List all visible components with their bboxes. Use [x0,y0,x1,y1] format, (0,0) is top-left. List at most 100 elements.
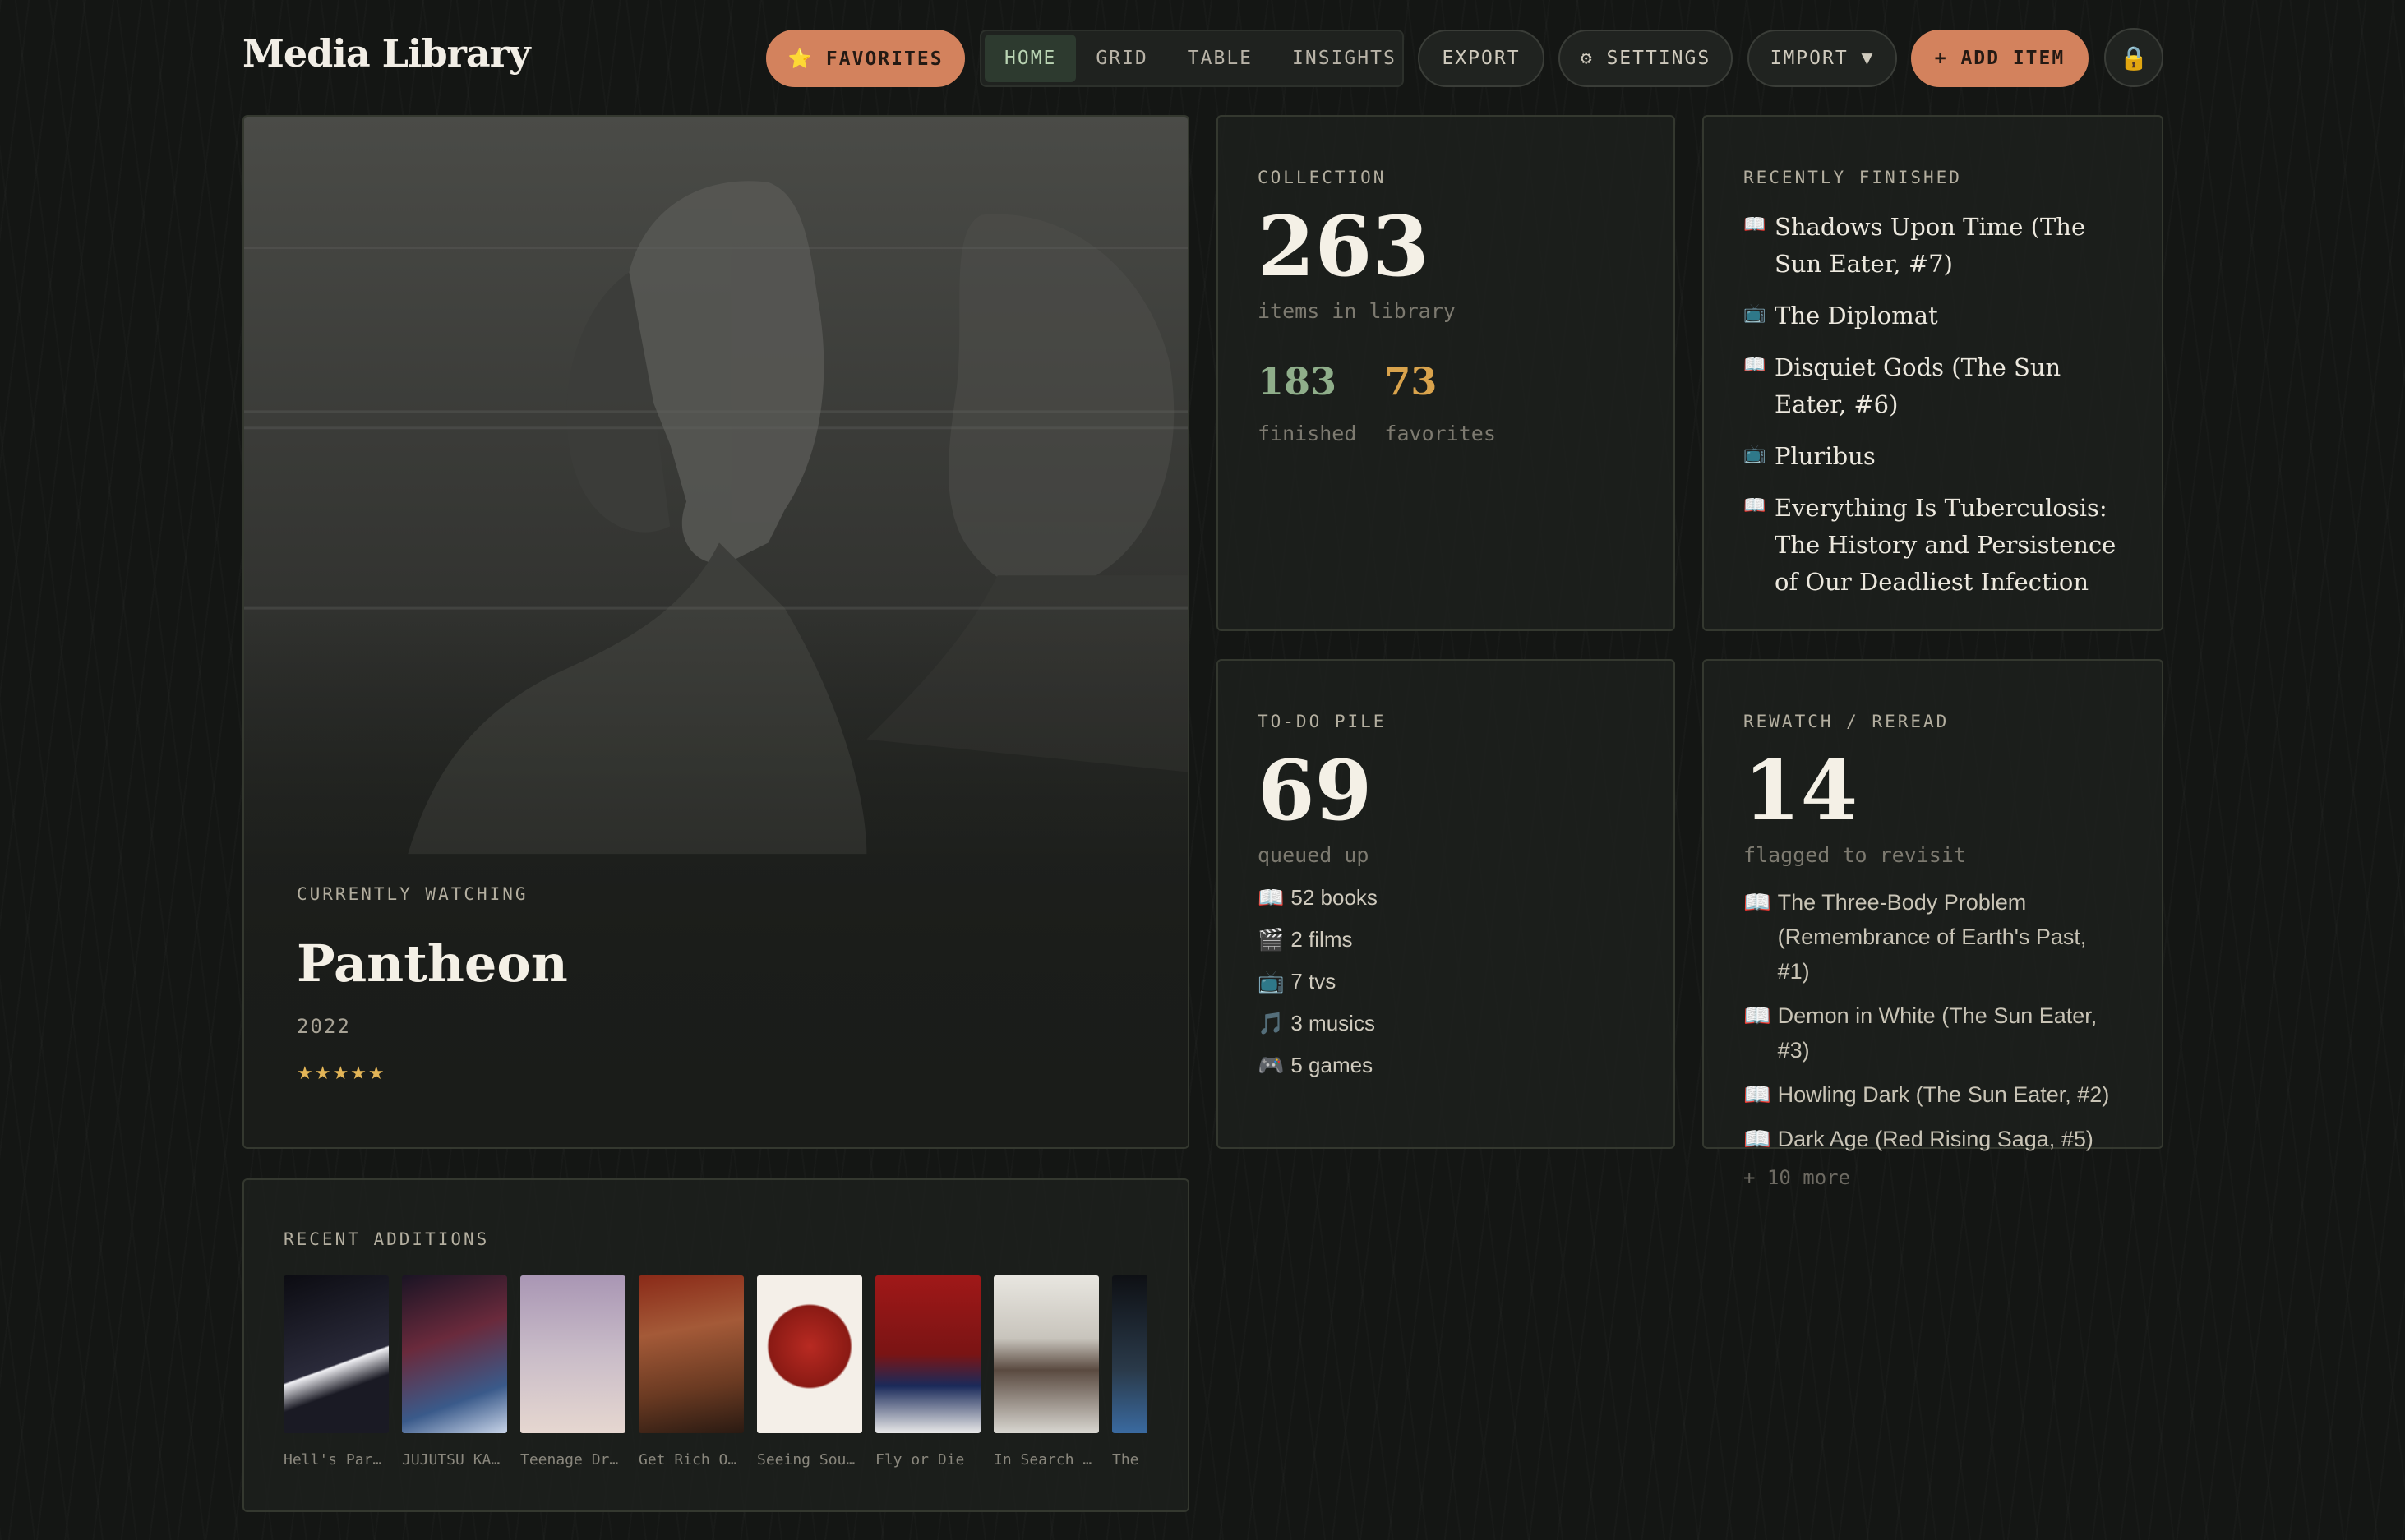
settings-button[interactable]: ⚙ SETTINGS [1558,30,1733,87]
cover-item[interactable]: The [1112,1275,1147,1473]
cover-item[interactable]: Seeing Sou… [757,1275,862,1473]
item-title: Howling Dark (The Sun Eater, #2) [1777,1082,2110,1107]
list-item: 🎮 5 games [1258,1053,1634,1078]
collection-label: COLLECTION [1258,168,1387,187]
cover-caption: Fly or Die [875,1451,965,1469]
recently-finished-card: RECENTLY FINISHED 📖 Shadows Upon Time (T… [1702,115,2163,631]
list-item[interactable]: 📖 Demon in White (The Sun Eater, #3) [1743,998,2122,1067]
film-icon: 🎬 [1258,927,1285,952]
item-text: 5 games [1290,1053,1373,1077]
recent-additions-card: RECENT ADDITIONS Hell's Par… JUJUTSU KA…… [242,1178,1189,1512]
todo-sub: queued up [1258,843,1369,867]
view-tabs: HOME GRID TABLE INSIGHTS [980,30,1404,87]
cover-image [757,1275,862,1433]
list-item: 🎵 3 musics [1258,1011,1634,1036]
tv-icon: 📺 [1258,969,1285,994]
import-dropdown[interactable]: IMPORT ▼ [1747,30,1897,87]
cover-caption: JUJUTSU KA… [402,1451,501,1469]
favorites-sub: favorites [1384,422,1496,445]
list-item[interactable]: 📖 Disquiet Gods (The Sun Eater, #6) [1743,349,2122,423]
book-icon: 📖 [1258,885,1285,910]
book-icon: 📖 [1743,890,1771,915]
book-icon: 📖 [1743,495,1766,515]
list-item: 📖 52 books [1258,885,1634,911]
tab-grid[interactable]: GRID [1076,35,1167,82]
item-title: Disquiet Gods (The Sun Eater, #6) [1775,353,2061,418]
tab-table[interactable]: TABLE [1168,35,1272,82]
recent-covers-strip[interactable]: Hell's Par… JUJUTSU KA… Teenage Dr… Get … [284,1275,1147,1473]
favorites-stat: 73 favorites [1384,359,1495,445]
collection-total-sub: items in library [1258,299,1456,323]
hero-year: 2022 [297,1015,351,1038]
recent-label: RECENT ADDITIONS [284,1229,490,1249]
list-item[interactable]: 📖 The Three-Body Problem (Remembrance of … [1743,885,2122,989]
collection-card: COLLECTION 263 items in library 183 fini… [1216,115,1675,631]
game-icon: 🎮 [1258,1053,1285,1077]
item-text: 52 books [1290,885,1378,910]
item-title: Everything Is Tuberculosis: The History … [1775,494,2116,596]
item-text: 2 films [1290,927,1353,952]
hero-label: CURRENTLY WATCHING [297,884,529,904]
tv-icon: 📺 [1743,302,1766,323]
list-item: 🎬 2 films [1258,927,1634,952]
hero-info: CURRENTLY WATCHING Pantheon 2022 ★★★★★ [297,884,568,1084]
hero-rating-stars: ★★★★★ [297,1063,386,1083]
finished-count: 183 [1258,359,1337,403]
recently-finished-list: 📖 Shadows Upon Time (The Sun Eater, #7) … [1743,209,2122,601]
cover-caption: The [1112,1451,1139,1469]
list-item[interactable]: 📖 Howling Dark (The Sun Eater, #2) [1743,1077,2122,1112]
cover-image [402,1275,507,1433]
cover-caption: Seeing Sou… [757,1451,856,1469]
cover-image [520,1275,625,1433]
item-title: The Three-Body Problem (Remembrance of E… [1777,890,2087,984]
list-item[interactable]: 📺 The Diplomat [1743,297,2122,334]
cover-caption: In Search … [994,1451,1092,1469]
item-title: Dark Age (Red Rising Saga, #5) [1777,1127,2093,1151]
rewatch-sub: flagged to revisit [1743,843,1966,867]
lock-button[interactable]: 🔒 [2104,28,2163,87]
cover-image [1112,1275,1147,1433]
book-icon: 📖 [1743,1082,1771,1107]
currently-watching-card[interactable]: CURRENTLY WATCHING Pantheon 2022 ★★★★★ [242,115,1189,1149]
list-item[interactable]: 📖 Everything Is Tuberculosis: The Histor… [1743,490,2122,601]
cover-item[interactable]: In Search … [994,1275,1099,1473]
tab-home[interactable]: HOME [985,35,1077,82]
cover-item[interactable]: Get Rich O… [639,1275,744,1473]
more-link[interactable]: + 10 more [1743,1166,2122,1189]
item-text: 3 musics [1290,1011,1375,1035]
cover-caption: Get Rich O… [639,1451,737,1469]
cover-item[interactable]: Hell's Par… [284,1275,389,1473]
todo-total: 69 [1258,742,1373,839]
list-item[interactable]: 📖 Shadows Upon Time (The Sun Eater, #7) [1743,209,2122,283]
cover-image [284,1275,389,1433]
cover-caption: Hell's Par… [284,1451,382,1469]
list-item[interactable]: 📖 Dark Age (Red Rising Saga, #5) [1743,1122,2122,1156]
cover-caption: Teenage Dr… [520,1451,619,1469]
item-title: Pluribus [1775,442,1876,470]
add-item-button[interactable]: + ADD ITEM [1911,30,2089,87]
collection-total: 263 [1258,198,1429,295]
item-title: Shadows Upon Time (The Sun Eater, #7) [1775,213,2086,278]
music-icon: 🎵 [1258,1011,1285,1035]
todo-breakdown: 📖 52 books 🎬 2 films 📺 7 tvs 🎵 3 musics 🎮 5 g… [1258,885,1634,1078]
book-icon: 📖 [1743,1127,1771,1151]
cover-item[interactable]: JUJUTSU KA… [402,1275,507,1473]
cover-item[interactable]: Teenage Dr… [520,1275,625,1473]
item-text: 7 tvs [1290,969,1336,994]
list-item[interactable]: 📺 Pluribus [1743,438,2122,475]
book-icon: 📖 [1743,214,1766,234]
item-title: The Diplomat [1775,302,1938,330]
favorites-button[interactable]: ⭐ FAVORITES [766,30,965,87]
top-bar: Media Library ⭐ FAVORITES HOME GRID TABL… [0,0,2405,115]
tab-insights[interactable]: INSIGHTS [1272,35,1416,82]
cover-image [639,1275,744,1433]
list-item: 📺 7 tvs [1258,969,1634,994]
export-button[interactable]: EXPORT [1418,30,1544,87]
todo-label: TO-DO PILE [1258,712,1387,731]
book-icon: 📖 [1743,1003,1771,1028]
cover-image [875,1275,981,1433]
favorites-count: 73 [1384,359,1438,403]
cover-item[interactable]: Fly or Die [875,1275,981,1473]
cover-image [994,1275,1099,1433]
lock-icon: 🔒 [2119,44,2149,71]
